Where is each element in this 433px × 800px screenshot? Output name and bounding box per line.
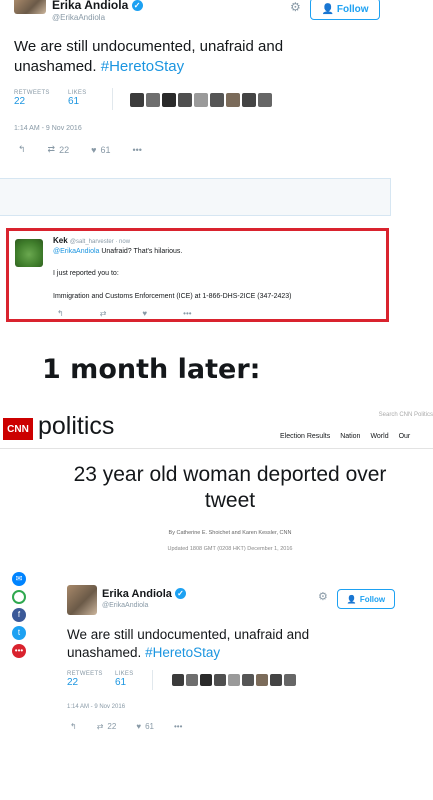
liker-avatar[interactable] (146, 93, 160, 107)
liker-avatar[interactable] (194, 93, 208, 107)
like-action[interactable]: ♥ 61 (91, 145, 110, 155)
heart-icon: ♥ (136, 722, 142, 731)
author-handle: @ErikaAndiola (52, 13, 106, 22)
cnn-logo[interactable]: CNN (3, 418, 33, 440)
liker-avatar[interactable] (270, 674, 282, 686)
heart-icon[interactable]: ♥ (142, 309, 147, 318)
tweet-text: We are still undocumented, unafraid and … (67, 627, 310, 660)
article-byline[interactable]: By Catherine E. Shoichet and Karen Kessl… (100, 530, 360, 536)
liker-avatars (130, 93, 272, 107)
heart-icon: ♥ (91, 144, 97, 155)
caption: 1 month later: (42, 354, 261, 385)
liker-avatar[interactable] (186, 674, 198, 686)
verified-badge-icon: ✓ (131, 0, 143, 11)
reply-line-2: I just reported you to: (53, 270, 119, 277)
likes-stat[interactable]: LIKES 61 (115, 671, 134, 688)
avatar[interactable] (67, 585, 97, 615)
reply-icon[interactable]: ↰ (57, 309, 64, 318)
reply-card: Kek @salt_harvester · now @ErikaAndiola … (6, 228, 389, 322)
author-handle: @ErikaAndiola (102, 602, 149, 609)
messenger-icon[interactable]: ✉ (12, 572, 26, 586)
share-icon[interactable] (12, 590, 26, 604)
liker-avatar[interactable] (162, 93, 176, 107)
author-name[interactable]: Erika Andiola (102, 588, 172, 600)
reply-icon[interactable]: ↰ (18, 144, 26, 155)
follow-button[interactable]: 👤 Follow (310, 0, 380, 20)
reply-icon[interactable]: ↰ (70, 722, 77, 731)
hashtag-link[interactable]: #HeretoStay (145, 645, 220, 660)
nav-item-election-results[interactable]: Election Results (280, 433, 330, 440)
cnn-nav: Election Results Nation World Our (280, 433, 410, 440)
nav-item-our[interactable]: Our (399, 433, 411, 440)
follow-button-label: Follow (359, 594, 386, 604)
liker-avatar[interactable] (210, 93, 224, 107)
avatar[interactable] (14, 0, 46, 14)
author-name[interactable]: Kek (53, 236, 68, 245)
liker-avatar[interactable] (226, 93, 240, 107)
tweet-timestamp[interactable]: 1:14 AM - 9 Nov 2016 (14, 125, 82, 132)
twitter-icon[interactable]: t (12, 626, 26, 640)
gear-icon[interactable]: ⚙ (318, 590, 328, 603)
section-title[interactable]: politics (38, 412, 114, 441)
liker-avatar[interactable] (178, 93, 192, 107)
liker-avatar[interactable] (256, 674, 268, 686)
retweets-stat[interactable]: RETWEETS 22 (67, 671, 103, 688)
follow-button[interactable]: 👤 Follow (337, 589, 395, 609)
add-user-icon: 👤 (346, 594, 357, 604)
section-separator (0, 178, 391, 216)
author-handle-time: @salt_harvester · now (69, 239, 131, 245)
liker-avatar[interactable] (172, 674, 184, 686)
nav-item-nation[interactable]: Nation (340, 433, 360, 440)
more-icon[interactable]: ••• (12, 644, 26, 658)
avatar[interactable] (15, 239, 43, 267)
likes-stat[interactable]: LIKES 61 (68, 90, 87, 107)
liker-avatar[interactable] (284, 674, 296, 686)
liker-avatar[interactable] (242, 674, 254, 686)
liker-avatars (172, 674, 296, 686)
like-action[interactable]: ♥ 61 (136, 722, 154, 731)
more-icon[interactable]: ••• (183, 309, 191, 318)
liker-avatar[interactable] (130, 93, 144, 107)
retweet-action[interactable]: ⇄ 22 (97, 722, 117, 731)
more-icon[interactable]: ••• (132, 145, 141, 155)
hashtag-link[interactable]: #HeretoStay (101, 58, 184, 75)
divider (152, 670, 153, 690)
retweet-icon[interactable]: ⇄ (100, 309, 107, 318)
facebook-icon[interactable]: f (12, 608, 26, 622)
tweet-actions: ↰ ⇄ 22 ♥ 61 ••• (70, 722, 182, 731)
nav-item-world[interactable]: World (370, 433, 388, 440)
liker-avatar[interactable] (200, 674, 212, 686)
liker-avatar[interactable] (258, 93, 272, 107)
tweet-timestamp[interactable]: 1:14 AM - 9 Nov 2016 (67, 704, 125, 710)
header-divider (0, 448, 433, 449)
add-user-icon: 👤 (321, 3, 334, 15)
reply-line-3: Immigration and Customs Enforcement (ICE… (53, 293, 292, 300)
reply-line-1: @ErikaAndiola Unafraid? That's hilarious… (53, 248, 183, 255)
more-icon[interactable]: ••• (174, 722, 182, 731)
verified-badge-icon: ✓ (174, 588, 186, 599)
follow-button-label: Follow (336, 3, 369, 15)
article-updated: Updated 1808 GMT (0208 HKT) December 1, … (167, 546, 293, 552)
liker-avatar[interactable] (242, 93, 256, 107)
divider (112, 88, 113, 110)
retweet-icon: ⇄ (96, 722, 104, 731)
retweets-stat[interactable]: RETWEETS 22 (14, 90, 50, 107)
article-headline: 23 year old woman deported over tweet (73, 463, 387, 512)
mention-link[interactable]: @ErikaAndiola (53, 248, 99, 255)
author-name[interactable]: Erika Andiola (52, 0, 128, 12)
reply-actions: ↰ ⇄ ♥ ••• (57, 309, 192, 318)
retweet-icon: ⇄ (47, 144, 56, 154)
tweet-actions: ↰ ⇄ 22 ♥ 61 ••• (18, 144, 142, 155)
liker-avatar[interactable] (214, 674, 226, 686)
gear-icon[interactable]: ⚙ (290, 0, 301, 14)
tweet-text: We are still undocumented, unafraid and … (14, 38, 284, 75)
liker-avatar[interactable] (228, 674, 240, 686)
social-share-rail: ✉ f t ••• (12, 572, 26, 658)
search-input[interactable]: Search CNN Politics (330, 412, 433, 424)
retweet-action[interactable]: ⇄ 22 (48, 144, 70, 155)
